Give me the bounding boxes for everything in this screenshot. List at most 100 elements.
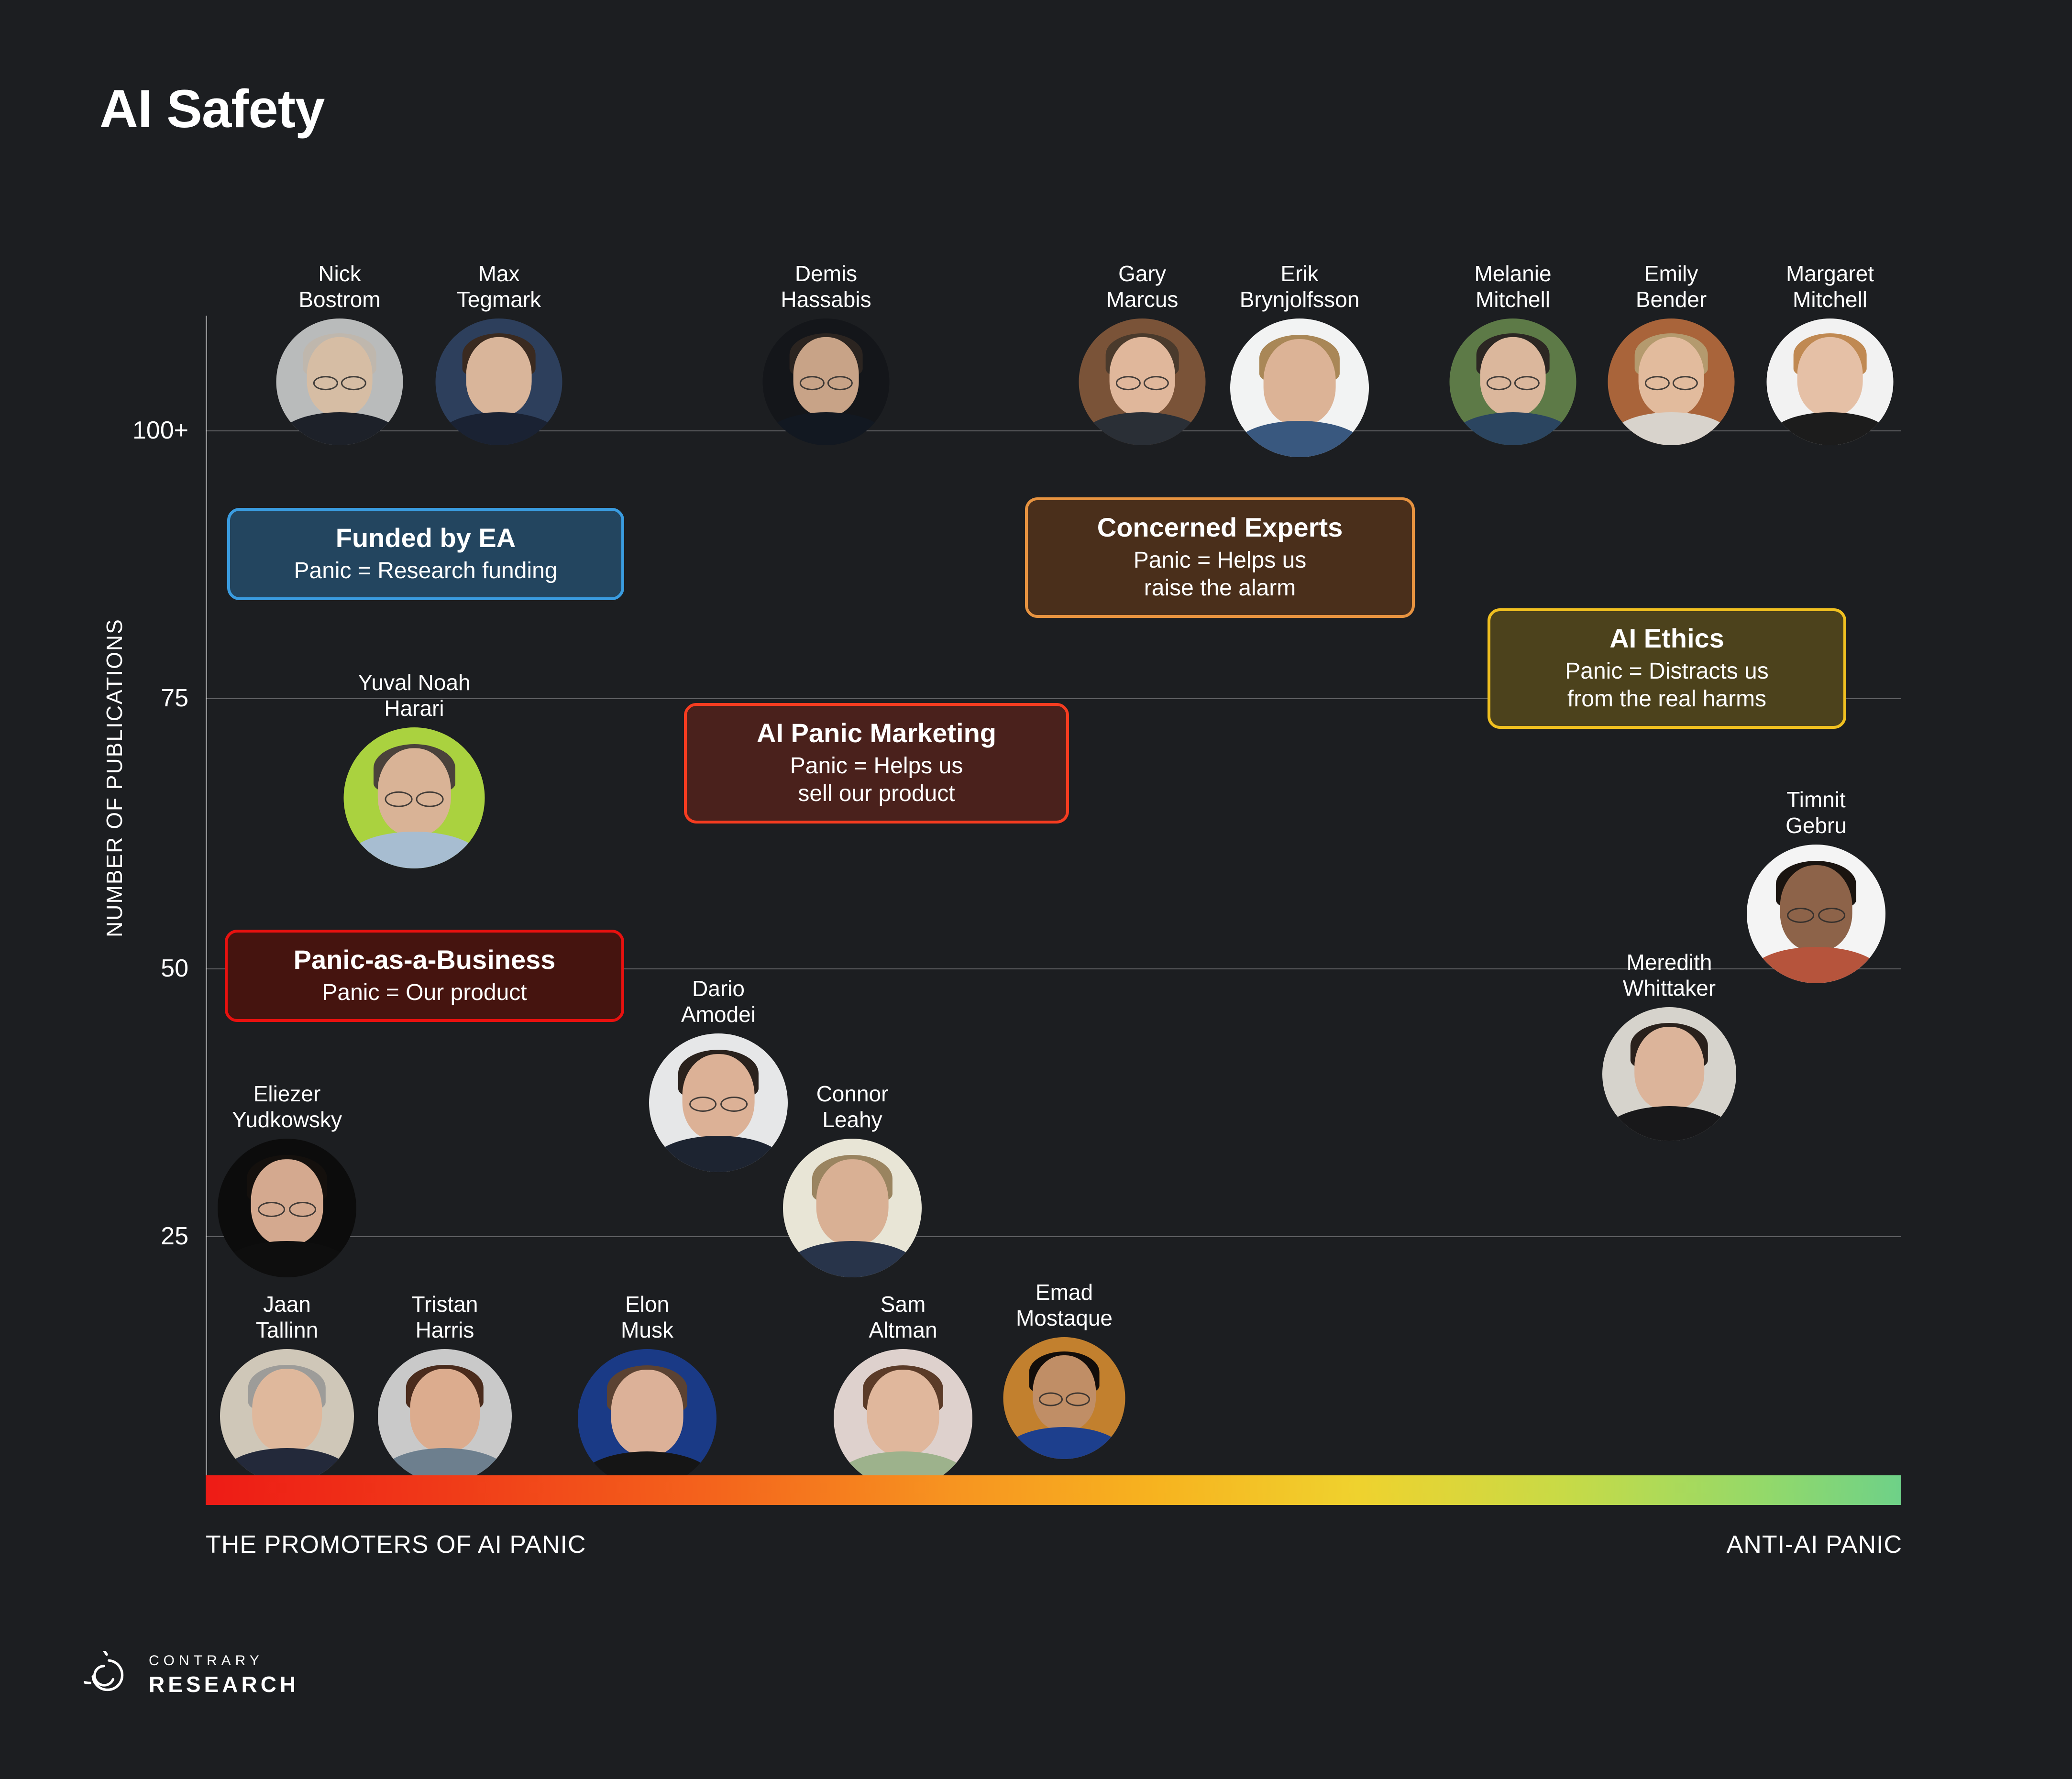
avatar-shoulders [438,412,560,445]
y-axis-tick-label: 75 [161,684,188,712]
avatar-glasses-icon [1038,1392,1090,1406]
person-avatar [578,1349,716,1488]
callout-subtitle: Panic = Research funding [294,558,558,583]
avatar-shoulders [785,1241,919,1277]
x-axis-left-label: THE PROMOTERS OF AI PANIC [206,1531,586,1559]
person-avatar [1003,1337,1125,1459]
logo-line-research: RESEARCH [149,1672,299,1697]
avatar-shoulders [1749,947,1883,983]
person-eliezer-yudkowsky: Eliezer Yudkowsky [191,1081,383,1277]
avatar-shoulders [1605,1106,1734,1141]
person-name-label: Nick Bostrom [298,261,381,312]
callout-title: AI Ethics [1609,623,1724,653]
person-name-label: Dario Amodei [681,976,756,1027]
callout-concerned-experts: Concerned Experts Panic = Helps us raise … [1025,497,1415,618]
person-name-label: Connor Leahy [816,1081,889,1132]
person-sam-altman: Sam Altman [807,1291,999,1488]
person-avatar [762,318,890,445]
avatar-shoulders [1233,421,1367,457]
person-margaret-mitchell: Margaret Mitchell [1741,261,1920,445]
person-meredith-whittaker: Meredith Whittaker [1576,949,1763,1141]
avatar-shoulders [1005,1427,1123,1459]
person-demis-hassabis: Demis Hassabis [737,261,916,445]
callout-title: Panic-as-a-Business [293,944,556,975]
logo-line-contrary: CONTRARY [149,1653,264,1669]
avatar-shoulders [346,831,482,868]
person-yuval-noah-harari: Yuval Noah Harari [318,670,511,868]
person-name-label: Erik Brynjolfsson [1239,261,1360,312]
person-avatar [218,1138,356,1277]
y-axis-tick-label: 50 [161,955,188,982]
avatar-glasses-icon [313,376,366,390]
person-name-label: Sam Altman [869,1292,937,1343]
callout-ai-panic-marketing: AI Panic Marketing Panic = Helps us sell … [684,703,1069,824]
avatar-face [466,337,532,416]
person-avatar [220,1349,354,1483]
person-elon-musk: Elon Musk [551,1291,743,1488]
person-name-label: Margaret Mitchell [1785,261,1874,312]
person-avatar [1230,318,1369,457]
person-avatar [1079,318,1206,445]
avatar-glasses-icon [1644,376,1698,390]
avatar-face [867,1370,939,1456]
callout-subtitle: Panic = Distracts us from the real harms [1565,658,1769,712]
avatar-shoulders [278,412,401,445]
avatar-face [611,1370,683,1456]
contrary-research-logo: CONTRARY RESEARCH [84,1650,299,1698]
avatar-shoulders [1081,412,1203,445]
person-connor-leahy: Connor Leahy [757,1081,948,1277]
person-emad-mostaque: Emad Mostaque [977,1279,1152,1459]
avatar-glasses-icon [258,1201,316,1217]
avatar-face [1634,1027,1704,1110]
person-name-label: Melanie Mitchell [1474,261,1552,312]
person-name-label: Elon Musk [621,1292,673,1343]
avatar-glasses-icon [385,791,444,807]
callout-ai-ethics: AI Ethics Panic = Distracts us from the r… [1488,608,1846,729]
avatar-shoulders [1610,412,1732,445]
avatar-glasses-icon [1486,376,1540,390]
person-avatar [1449,318,1576,445]
person-name-label: Eliezer Yudkowsky [231,1081,342,1132]
callout-panic-as-a-business: Panic-as-a-Business Panic = Our product [225,930,624,1022]
avatar-shoulders [1452,412,1574,445]
panic-spectrum-bar [206,1475,1901,1505]
callout-title: AI Panic Marketing [756,718,997,748]
person-melanie-mitchell: Melanie Mitchell [1423,261,1603,445]
person-avatar [1608,318,1735,445]
person-avatar [1747,844,1885,983]
callout-title: Funded by EA [335,523,516,553]
person-name-label: Timnit Gebru [1785,787,1847,838]
page-title: AI Safety [99,79,325,139]
avatar-glasses-icon [799,376,853,390]
person-name-label: Yuval Noah Harari [358,670,471,721]
x-axis-right-label: ANTI-AI PANIC [1726,1531,1902,1559]
person-name-label: Tristan Harris [411,1292,478,1343]
avatar-face [410,1369,480,1452]
callout-subtitle: Panic = Helps us raise the alarm [1133,547,1307,601]
person-tristan-harris: Tristan Harris [352,1291,538,1483]
person-avatar [343,727,485,868]
avatar-face [816,1159,889,1245]
callout-subtitle: Panic = Helps us sell our product [790,753,963,807]
person-name-label: Meredith Whittaker [1622,950,1716,1001]
y-axis-label: NUMBER OF PUBLICATIONS [102,618,127,937]
callout-subtitle: Panic = Our product [322,979,527,1005]
callout-funded-by-ea: Funded by EA Panic = Research funding [227,508,624,601]
avatar-glasses-icon [1115,376,1169,390]
avatar-shoulders [1769,412,1891,445]
contrary-spiral-icon [84,1651,124,1691]
person-nick-bostrom: Nick Bostrom [250,261,430,445]
person-avatar [276,318,403,445]
person-avatar [834,1349,972,1488]
avatar-shoulders [765,412,887,445]
y-axis-tick-label: 25 [161,1222,188,1250]
avatar-face [252,1369,322,1452]
person-name-label: Demis Hassabis [781,261,871,312]
person-avatar [783,1138,922,1277]
person-name-label: Emad Mostaque [1015,1280,1113,1331]
person-avatar [378,1349,512,1483]
avatar-glasses-icon [689,1096,748,1112]
person-max-tegmark: Max Tegmark [409,261,589,445]
y-axis-tick-label: 100+ [132,417,188,444]
avatar-shoulders [220,1241,354,1277]
